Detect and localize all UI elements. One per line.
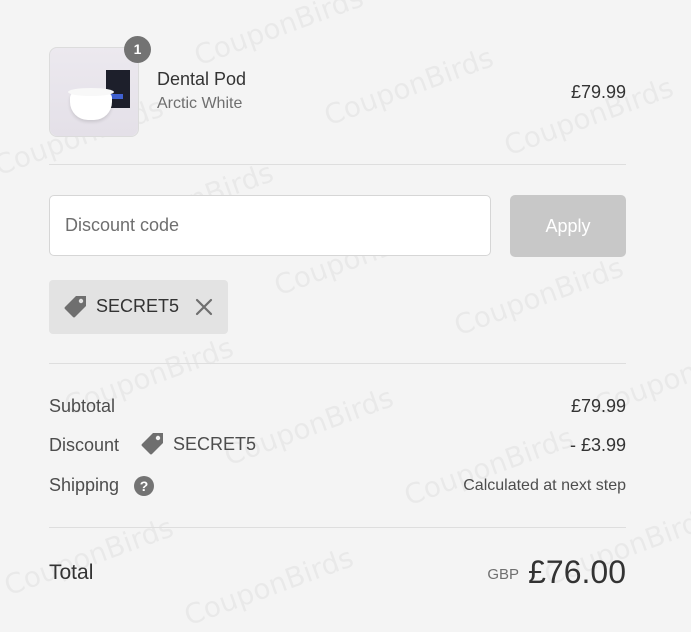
discount-code-input[interactable] bbox=[49, 195, 491, 256]
discount-label: Discount bbox=[49, 435, 120, 455]
tag-icon bbox=[64, 296, 86, 318]
shipping-value: Calculated at next step bbox=[463, 477, 626, 494]
divider bbox=[49, 363, 626, 364]
divider bbox=[49, 527, 626, 528]
discount-value: - £3.99 bbox=[569, 435, 626, 455]
total-currency: GBP bbox=[487, 566, 519, 583]
divider bbox=[49, 164, 626, 165]
apply-button[interactable]: Apply bbox=[510, 195, 626, 257]
product-variant: Arctic White bbox=[157, 95, 243, 112]
product-thumbnail: 1 bbox=[49, 36, 151, 137]
total-amount: £76.00 bbox=[528, 554, 626, 590]
product-lid-image bbox=[68, 88, 114, 96]
help-icon[interactable]: ? bbox=[134, 476, 154, 496]
subtotal-value: £79.99 bbox=[570, 396, 626, 416]
order-summary: 1 Dental Pod Arctic White £79.99 Apply S… bbox=[49, 0, 626, 610]
line-item: 1 Dental Pod Arctic White £79.99 bbox=[49, 36, 626, 137]
applied-discount-chip: SECRET5 bbox=[49, 280, 228, 334]
product-price: £79.99 bbox=[570, 82, 626, 102]
quantity-badge: 1 bbox=[124, 36, 151, 63]
product-name: Dental Pod bbox=[157, 69, 247, 89]
discount-code-text: SECRET5 bbox=[173, 434, 257, 454]
close-icon[interactable] bbox=[194, 297, 214, 317]
tag-icon bbox=[141, 433, 163, 455]
subtotal-label: Subtotal bbox=[49, 396, 116, 416]
total-label: Total bbox=[49, 561, 94, 584]
shipping-label: Shipping bbox=[49, 475, 120, 495]
product-pod-image bbox=[70, 92, 112, 120]
applied-discount-code: SECRET5 bbox=[96, 296, 180, 316]
product-image bbox=[50, 48, 138, 136]
